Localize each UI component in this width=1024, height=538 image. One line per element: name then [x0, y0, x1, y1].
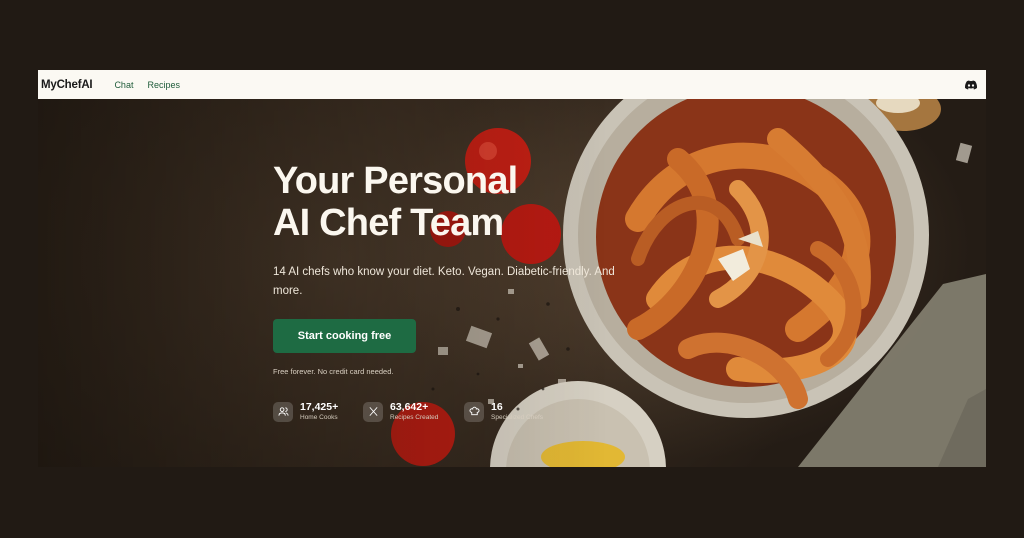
fine-print: Free forever. No credit card needed. — [273, 367, 394, 376]
top-nav: MyChefAI Chat Recipes — [38, 70, 986, 99]
utensils-icon — [363, 401, 383, 422]
stat-label: Home Cooks — [300, 414, 338, 421]
stat-specialized-chefs: 16 Specialized Chefs — [464, 401, 543, 422]
stat-label: Specialized Chefs — [491, 414, 544, 421]
stats-row: 17,425+ Home Cooks 63,642+ Recipes Creat… — [273, 401, 543, 422]
stat-value: 17,425+ — [300, 401, 339, 413]
stat-value: 63,642+ — [390, 401, 429, 413]
start-cooking-button[interactable]: Start cooking free — [273, 319, 416, 353]
hero-headline-line1: Your Personal — [273, 160, 518, 202]
stat-home-cooks: 17,425+ Home Cooks — [273, 401, 363, 422]
hero-content: Your Personal AI Chef Team 14 AI chefs w… — [38, 70, 986, 467]
stat-value: 16 — [491, 401, 503, 413]
stat-text: 16 Specialized Chefs — [491, 401, 543, 422]
stat-label: Recipes Created — [390, 414, 439, 421]
nav-link-chat[interactable]: Chat — [114, 80, 133, 90]
hero-subtitle: 14 AI chefs who know your diet. Keto. Ve… — [273, 266, 615, 297]
hero-headline: Your Personal AI Chef Team — [273, 160, 603, 244]
chef-hat-icon — [464, 401, 484, 422]
brand-logo[interactable]: MyChefAI — [41, 79, 93, 91]
nav-link-recipes[interactable]: Recipes — [147, 80, 180, 90]
stat-recipes-created: 63,642+ Recipes Created — [363, 401, 464, 422]
stat-text: 63,642+ Recipes Created — [390, 401, 438, 422]
browser-viewport: MyChefAI Chat Recipes Your Personal AI C… — [38, 70, 986, 467]
discord-icon[interactable] — [964, 78, 978, 92]
stat-text: 17,425+ Home Cooks — [300, 401, 338, 422]
users-icon — [273, 401, 293, 422]
hero-headline-line2: AI Chef Team — [273, 202, 504, 244]
